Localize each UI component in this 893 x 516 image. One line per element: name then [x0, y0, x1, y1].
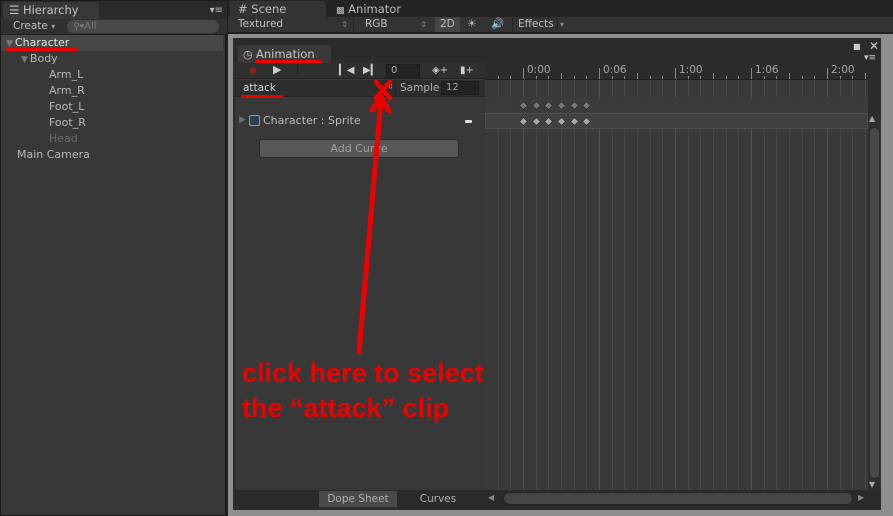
arrow-shaft [356, 97, 384, 355]
annotation-arrow [356, 79, 393, 355]
annotation-line-2: the “attack” clip [242, 393, 450, 423]
annotation-text: click here to select the “attack” clip [242, 356, 484, 426]
annotation-line-1: click here to select [242, 358, 484, 388]
